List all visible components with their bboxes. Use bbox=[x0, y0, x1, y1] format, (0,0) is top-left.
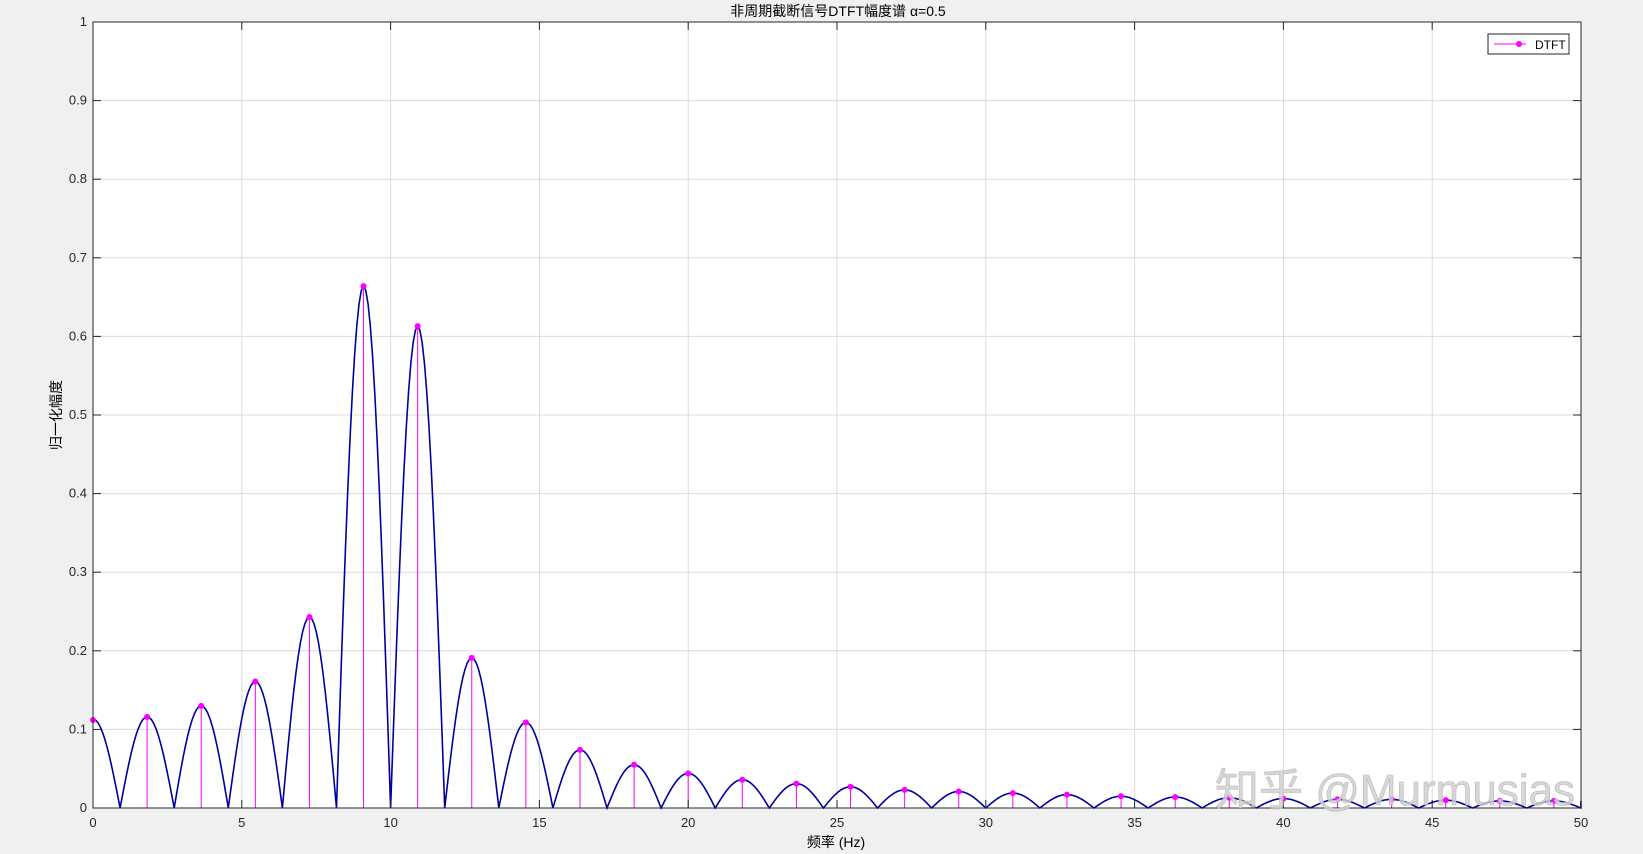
stem-marker bbox=[360, 283, 367, 290]
y-tick-label: 0.7 bbox=[69, 250, 87, 265]
y-tick-label: 0.1 bbox=[69, 721, 87, 736]
stem-marker bbox=[198, 702, 205, 709]
stem-marker bbox=[576, 746, 583, 753]
y-tick-label: 0.3 bbox=[69, 564, 87, 579]
x-tick-label: 45 bbox=[1425, 815, 1439, 830]
stem-marker bbox=[1172, 793, 1179, 800]
watermark-text: 知乎 @Murmusias bbox=[1215, 766, 1575, 815]
stem-marker bbox=[414, 323, 421, 330]
y-tick-label: 0.2 bbox=[69, 643, 87, 658]
x-tick-label: 0 bbox=[89, 815, 96, 830]
stem-marker bbox=[901, 786, 908, 793]
y-tick-label: 0.5 bbox=[69, 407, 87, 422]
y-tick-label: 1 bbox=[80, 14, 87, 29]
x-axis-label: 频率 (Hz) bbox=[807, 834, 865, 850]
stem-marker bbox=[955, 788, 962, 795]
y-tick-label: 0.6 bbox=[69, 328, 87, 343]
x-tick-label: 40 bbox=[1276, 815, 1290, 830]
stem-marker bbox=[631, 761, 638, 768]
stem-marker bbox=[306, 614, 313, 621]
x-tick-label: 5 bbox=[238, 815, 245, 830]
x-tick-label: 15 bbox=[532, 815, 546, 830]
y-axis-label: 归一化幅度 bbox=[48, 380, 64, 450]
stem-marker bbox=[252, 678, 259, 685]
stem-marker bbox=[739, 776, 746, 783]
stem-marker bbox=[1063, 791, 1070, 798]
chart-title: 非周期截断信号DTFT幅度谱 α=0.5 bbox=[730, 3, 946, 19]
x-tick-label: 30 bbox=[979, 815, 993, 830]
stem-marker bbox=[468, 654, 475, 661]
x-tick-label: 35 bbox=[1127, 815, 1141, 830]
stem-marker bbox=[522, 719, 529, 726]
stem-marker bbox=[685, 770, 692, 777]
legend-entry-dtft: DTFT bbox=[1535, 38, 1566, 52]
stem-marker bbox=[1118, 793, 1125, 800]
y-tick-label: 0.8 bbox=[69, 171, 87, 186]
y-tick-label: 0.4 bbox=[69, 486, 87, 501]
chart-figure: 非周期截断信号DTFT幅度谱 α=0.5 0 5 10 15 20 25 30 35 40 45 5… bbox=[0, 0, 1643, 854]
x-tick-label: 20 bbox=[681, 815, 695, 830]
y-tick-label: 0.9 bbox=[69, 93, 87, 108]
x-tick-label: 25 bbox=[830, 815, 844, 830]
stem-marker bbox=[144, 713, 151, 720]
y-tick-label: 0 bbox=[80, 800, 87, 815]
stem-marker bbox=[847, 783, 854, 790]
stem-marker bbox=[793, 780, 800, 787]
stem-marker bbox=[1009, 790, 1016, 797]
legend[interactable]: DTFT bbox=[1487, 33, 1570, 55]
x-tick-label: 10 bbox=[383, 815, 397, 830]
x-tick-label: 50 bbox=[1574, 815, 1588, 830]
legend-marker-swatch bbox=[1516, 41, 1522, 47]
